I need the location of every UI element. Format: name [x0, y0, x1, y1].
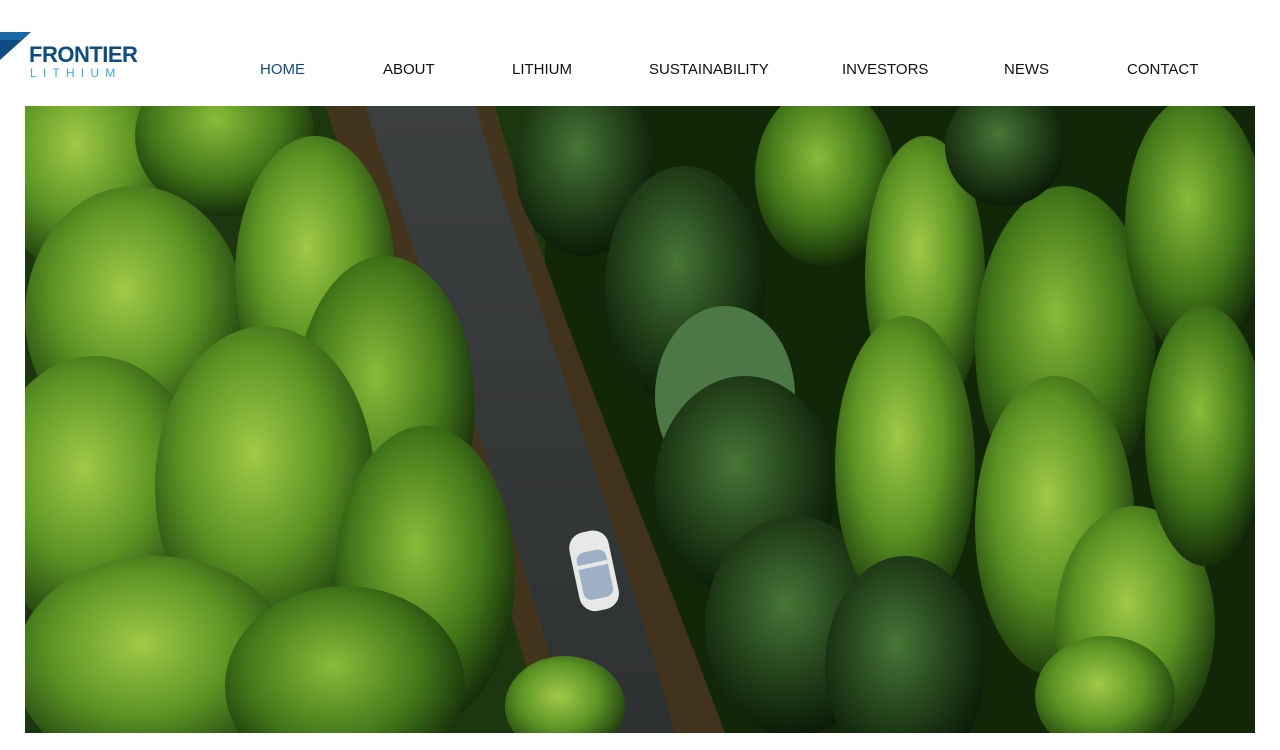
logo-chevron-icon	[0, 32, 31, 60]
logo-wordmark: FRONTIER	[29, 42, 138, 67]
nav-item-lithium[interactable]: LITHIUM	[512, 60, 572, 80]
nav-item-sustainability[interactable]: SUSTAINABILITY	[649, 60, 769, 80]
site-header: FRONTIER LITHIUM HOME ABOUT LITHIUM SUST…	[0, 0, 1280, 106]
hero-image	[25, 106, 1255, 733]
site-logo[interactable]: FRONTIER LITHIUM	[0, 28, 150, 84]
nav-item-news[interactable]: NEWS	[1004, 60, 1049, 80]
nav-item-home[interactable]: HOME	[260, 60, 305, 80]
page: FRONTIER LITHIUM HOME ABOUT LITHIUM SUST…	[0, 0, 1280, 750]
nav-item-investors[interactable]: INVESTORS	[842, 60, 928, 80]
nav-item-about[interactable]: ABOUT	[383, 60, 435, 80]
nav-item-contact[interactable]: CONTACT	[1127, 60, 1198, 80]
logo-tagline: LITHIUM	[30, 66, 122, 80]
